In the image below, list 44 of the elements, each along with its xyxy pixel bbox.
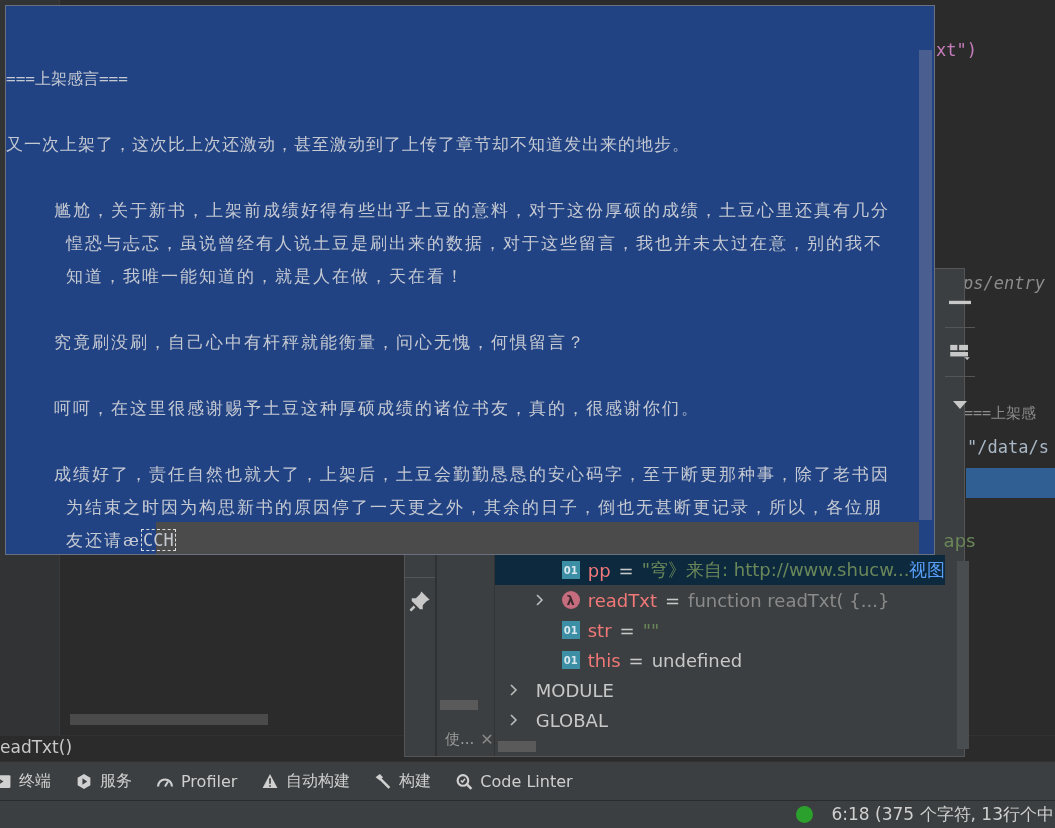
scrollbar-thumb[interactable] [919, 50, 932, 520]
variable-row[interactable]: 01 str = "" [494, 615, 946, 645]
scrollbar-thumb[interactable] [957, 561, 970, 749]
variable-row[interactable]: λ readTxt = function readTxt( {...} [494, 585, 946, 615]
text-line: 为结束之时因为构思新书的原因停了一天更之外，其余的日子，倒也无甚断更记录，所以，各位朋 [65, 496, 883, 519]
variable-value: aps [943, 529, 976, 551]
status-text: 6:18 (375 个字符, 13行个中 [831, 803, 1054, 826]
variable-row[interactable]: 01 this = undefined [494, 645, 946, 675]
tool-window-button[interactable]: 构建 [374, 770, 432, 792]
scrollbar-thumb[interactable] [70, 714, 268, 725]
scrollbar-thumb[interactable] [497, 741, 536, 752]
layout-icon[interactable] [949, 344, 972, 360]
code-text: "/data/s [967, 436, 1049, 459]
panel-tab[interactable]: 使... [445, 729, 475, 749]
text-line: 又一次上架了，这次比上次还激动，甚至激动到了上传了章节却不知道发出来的地步。 [6, 133, 690, 156]
text-line: ===上架感言=== [6, 68, 128, 90]
scope-row[interactable]: MODULE [494, 675, 946, 705]
text-line: 惶恐与忐忑，虽说曾经有人说土豆是刷出来的数据，对于这些留言，我也并未太过在意，别的我不 [64, 232, 883, 255]
breadcrumb[interactable]: eadTxt() [0, 737, 73, 757]
text-line: 究竟刷没刷，自己心中有杆秤就能衡量，问心无愧，何惧留言？ [53, 331, 586, 354]
tool-window-button[interactable]: 服务 [75, 770, 132, 792]
chevron-right-icon[interactable] [508, 713, 519, 727]
tool-window-button[interactable]: 终端 [0, 770, 51, 792]
code-text: xt") [936, 39, 977, 62]
warning-icon [261, 772, 280, 790]
tool-window-button[interactable]: Profiler [156, 771, 238, 791]
text-line: 尴尬，关于新书，上架前成绩好得有些出乎土豆的意料，对于这份厚硕的成绩，土豆心里还真有几分 [53, 199, 890, 222]
scrollbar-thumb[interactable] [440, 700, 478, 710]
pin-icon[interactable] [409, 590, 431, 612]
text-line: 知道，我唯一能知道的，就是人在做，天在看！ [65, 265, 465, 288]
chevron-right-icon[interactable] [534, 593, 545, 607]
code-text: ===上架感 [964, 403, 1037, 424]
code-text: ps/entry [963, 272, 1045, 295]
text-line: 呵呵，在这里很感谢赐予土豆这种厚硕成绩的诸位书友，真的，很感谢你们。 [53, 397, 700, 420]
magnifier-icon [455, 772, 474, 790]
chevron-right-icon[interactable] [508, 683, 519, 697]
scope-row[interactable]: GLOBAL [494, 705, 946, 735]
text-line: 成绩好了，责任自然也就大了，上架后，土豆会勤勤恳恳的安心码字，至于断更那种事，除了老书因 [53, 463, 890, 486]
play-icon [75, 772, 93, 790]
hammer-icon [374, 772, 393, 790]
tool-window-button[interactable]: Code Linter [455, 771, 573, 791]
variable-row[interactable]: 01 pp = "穹》来自: http://www.shucw...视图 [494, 555, 946, 585]
dropdown-arrow-icon[interactable] [953, 401, 968, 409]
tool-window-button[interactable]: 自动构建 [261, 770, 351, 792]
